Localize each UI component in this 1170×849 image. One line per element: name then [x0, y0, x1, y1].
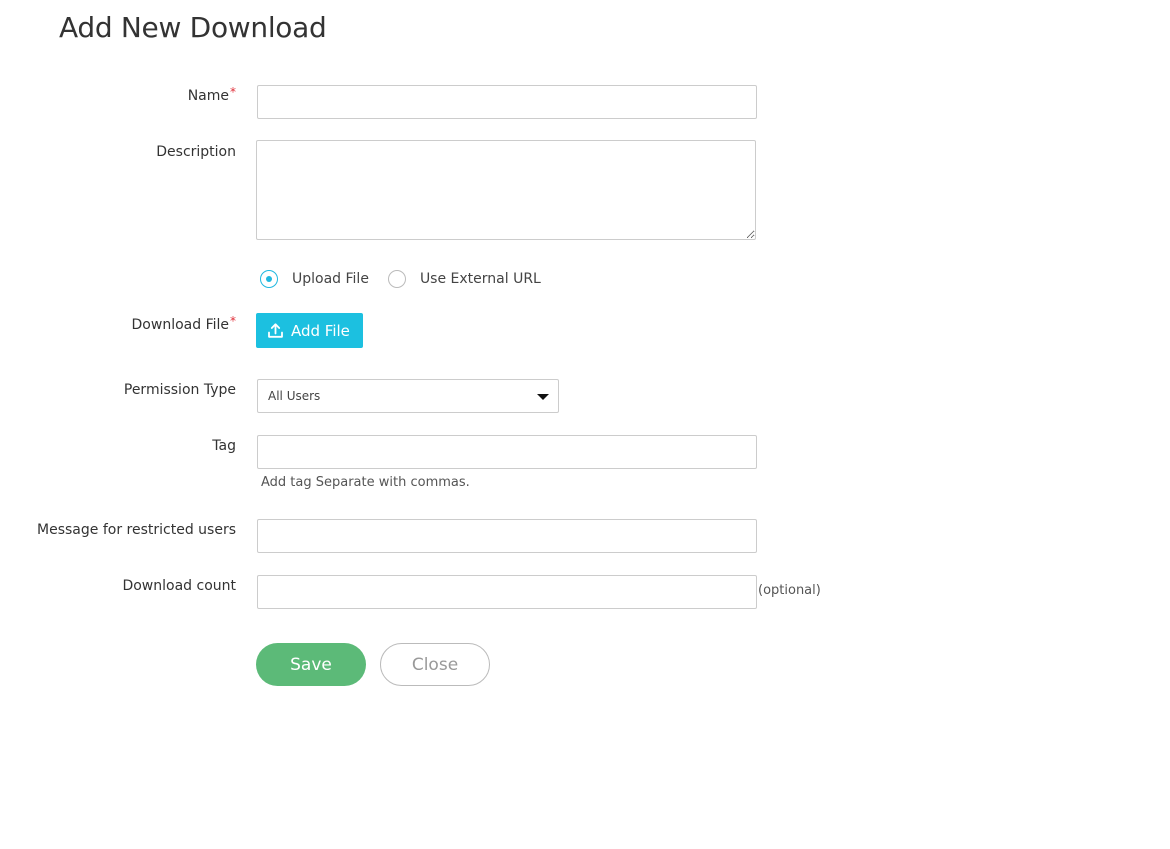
save-button[interactable]: Save	[256, 643, 366, 686]
source-radio-group: Upload File Use External URL	[260, 268, 560, 290]
page-title: Add New Download	[59, 11, 327, 44]
description-textarea[interactable]	[256, 140, 756, 240]
caret-down-icon	[537, 394, 549, 400]
download-count-label: Download count	[122, 578, 236, 594]
required-mark: *	[230, 85, 236, 99]
radio-external-url-label: Use External URL	[419, 271, 541, 287]
tag-input[interactable]	[257, 435, 757, 469]
optional-hint: (optional)	[758, 583, 821, 598]
restricted-message-input[interactable]	[257, 519, 757, 553]
required-mark: *	[230, 314, 236, 328]
description-label: Description	[156, 144, 236, 160]
permission-type-select[interactable]: All Users	[257, 379, 559, 413]
download-file-label-text: Download File	[131, 317, 229, 333]
name-label-text: Name	[187, 88, 229, 104]
radio-external-url[interactable]: Use External URL	[387, 270, 541, 288]
upload-icon	[267, 322, 284, 339]
name-label: Name*	[187, 85, 236, 104]
permission-type-label: Permission Type	[123, 382, 236, 398]
name-input[interactable]	[257, 85, 757, 119]
close-button[interactable]: Close	[380, 643, 490, 686]
add-file-label: Add File	[291, 321, 350, 340]
radio-unchecked-icon	[387, 270, 406, 288]
add-file-button[interactable]: Add File	[256, 313, 363, 348]
radio-upload-file[interactable]: Upload File	[260, 270, 369, 288]
tag-helper-text: Add tag Separate with commas.	[261, 475, 470, 490]
tag-label: Tag	[212, 438, 236, 454]
radio-checked-icon	[260, 270, 278, 288]
permission-type-value: All Users	[268, 389, 321, 403]
radio-upload-file-label: Upload File	[292, 271, 369, 287]
restricted-message-label: Message for restricted users	[37, 522, 236, 538]
download-file-label: Download File*	[131, 314, 236, 333]
download-count-input[interactable]	[257, 575, 757, 609]
